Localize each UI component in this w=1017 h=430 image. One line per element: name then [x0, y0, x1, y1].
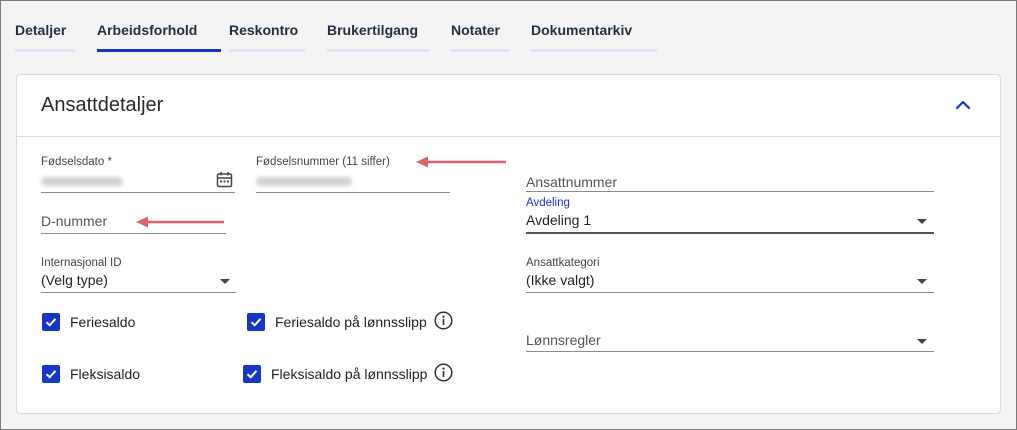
- card-header[interactable]: Ansattdetaljer: [17, 75, 1000, 137]
- chevron-down-icon[interactable]: [220, 279, 230, 284]
- department-value: Avdeling 1: [526, 212, 592, 228]
- employee-number-field[interactable]: Ansattnummer: [526, 172, 934, 192]
- salary-rules-underline: [526, 351, 934, 352]
- employee-category-select[interactable]: Ansattkategori (Ikke valgt): [526, 257, 934, 293]
- birthdate-label: Fødselsdato *: [41, 156, 112, 168]
- tab-dokumentarkiv[interactable]: Dokumentarkiv: [531, 22, 657, 52]
- international-id-select[interactable]: Internasjonal ID (Velg type): [41, 257, 236, 293]
- international-id-label: Internasjonal ID: [41, 257, 122, 269]
- chevron-down-icon[interactable]: [917, 339, 927, 344]
- flex-balance-checkbox[interactable]: [42, 365, 60, 383]
- redacted-ssn-value: [256, 177, 352, 186]
- holiday-balance-payslip-checkbox[interactable]: [247, 313, 265, 331]
- department-select[interactable]: Avdeling Avdeling 1: [526, 197, 934, 234]
- flex-balance-payslip-label[interactable]: Fleksisaldo på lønnsslipp: [271, 366, 427, 382]
- annotation-arrow-ssn: [416, 156, 506, 168]
- holiday-balance-payslip-label[interactable]: Feriesaldo på lønnsslipp: [275, 314, 427, 330]
- holiday-balance-label[interactable]: Feriesaldo: [70, 314, 135, 330]
- chevron-down-icon[interactable]: [917, 219, 927, 224]
- d-number-placeholder: D-nummer: [41, 213, 108, 229]
- department-underline: [526, 232, 934, 234]
- tab-brukertilgang[interactable]: Brukertilgang: [327, 22, 429, 52]
- salary-rules-select[interactable]: Lønnsregler: [526, 330, 934, 352]
- window-frame: Detaljer Arbeidsforhold Reskontro Bruker…: [0, 0, 1017, 430]
- ssn-label: Fødselsnummer (11 siffer): [256, 156, 390, 168]
- info-icon[interactable]: [434, 363, 453, 382]
- employee-details-card: Ansattdetaljer Fødselsdato * Fødselsnumm…: [16, 74, 1001, 414]
- ssn-underline: [256, 192, 450, 193]
- card-title: Ansattdetaljer: [41, 94, 164, 116]
- employee-category-label: Ansattkategori: [526, 257, 600, 269]
- department-label: Avdeling: [526, 197, 570, 209]
- chevron-down-icon[interactable]: [917, 279, 927, 284]
- tab-arbeidsforhold[interactable]: Arbeidsforhold: [97, 22, 221, 52]
- birthdate-field[interactable]: Fødselsdato *: [41, 156, 235, 193]
- tab-notater[interactable]: Notater: [451, 22, 509, 52]
- international-id-underline: [41, 292, 236, 293]
- flex-balance-payslip-checkbox[interactable]: [243, 365, 261, 383]
- employee-number-underline: [526, 191, 934, 192]
- d-number-underline: [41, 233, 226, 234]
- redacted-birthdate-value: [41, 177, 123, 186]
- calendar-icon[interactable]: [216, 171, 233, 188]
- holiday-balance-checkbox[interactable]: [42, 313, 60, 331]
- employee-number-placeholder: Ansattnummer: [526, 174, 618, 190]
- flex-balance-label[interactable]: Fleksisaldo: [70, 366, 140, 382]
- tab-reskontro[interactable]: Reskontro: [229, 22, 305, 52]
- annotation-arrow-dnumber: [136, 216, 224, 228]
- salary-rules-placeholder: Lønnsregler: [526, 332, 601, 348]
- international-id-value: (Velg type): [41, 272, 108, 288]
- employee-category-underline: [526, 292, 934, 293]
- employee-category-value: (Ikke valgt): [526, 272, 595, 288]
- chevron-up-icon[interactable]: [954, 98, 972, 112]
- birthdate-underline: [41, 192, 235, 193]
- info-icon[interactable]: [434, 311, 453, 330]
- tab-detaljer[interactable]: Detaljer: [15, 22, 75, 52]
